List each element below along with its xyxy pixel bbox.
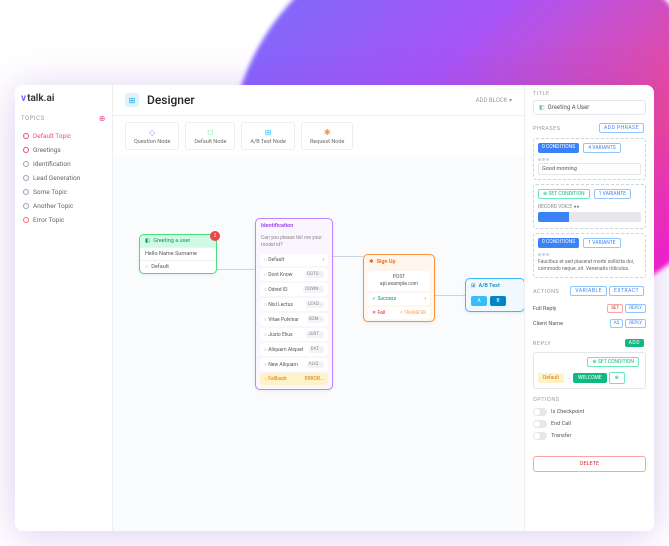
designer-icon: ⊞	[125, 93, 139, 107]
option-row[interactable]: ◌ New AliquamALIQ...	[260, 358, 328, 371]
toggle-icon[interactable]	[533, 420, 547, 428]
phrase-block: ⊕ SET CONDITION1 VARIANTE RECORD VOICE ●…	[533, 184, 646, 229]
sidebar-item-another-topic[interactable]: Another Topic	[21, 199, 106, 213]
action-row: Full ReplySETREPLY	[533, 301, 646, 316]
toolbar: ◇Question Node □Default Node ⊞A/B Test N…	[113, 116, 524, 156]
tool-question-node[interactable]: ◇Question Node	[125, 122, 179, 150]
variants-badge[interactable]: 4 VARIANTS	[583, 143, 620, 153]
reply-welcome[interactable]: WELCOME	[573, 373, 607, 383]
sidebar-item-greetings[interactable]: Greetings	[21, 143, 106, 157]
sidebar-item-default-topic[interactable]: Default Topic	[21, 129, 106, 143]
option-endcall[interactable]: End Call	[533, 418, 646, 430]
conditions-badge[interactable]: 0 CONDITIONS	[538, 238, 579, 248]
option-checkpoint[interactable]: Is Checkpoint	[533, 406, 646, 418]
option-transfer[interactable]: Transfer	[533, 430, 646, 442]
option-fallback[interactable]: ◌ FallbackERROR...	[260, 373, 328, 385]
add-phrase-button[interactable]: ADD PHRASE	[599, 123, 644, 133]
sidebar-item-error-topic[interactable]: Error Topic	[21, 213, 106, 227]
request-body: POSTapi.example.com	[368, 271, 430, 291]
variant-a[interactable]: A	[471, 296, 487, 306]
badge-count: 2	[210, 231, 220, 241]
action-row: Client NameASREPLY	[533, 316, 646, 331]
option-row[interactable]: ◌ Odred IDDOWN...	[260, 283, 328, 296]
title-label: TITLE	[533, 91, 646, 97]
node-greeting[interactable]: ◧Greeting a user2 Hello Name Surname ◌De…	[139, 234, 217, 274]
node-signup[interactable]: ✱Sign Up POSTapi.example.com ✓ Success› …	[363, 254, 435, 322]
set-condition-button[interactable]: ⊕ SET CONDITION	[587, 357, 639, 367]
toggle-icon[interactable]	[533, 408, 547, 416]
phrase-input[interactable]	[538, 163, 641, 175]
sidebar-item-lead-generation[interactable]: Lead Generation	[21, 171, 106, 185]
as-button[interactable]: AS	[610, 319, 624, 328]
title-input[interactable]: ◧Greeting A User	[533, 100, 646, 115]
conditions-badge[interactable]: 0 CONDITIONS	[538, 143, 579, 153]
add-block-button[interactable]: ADD BLOCK ▾	[476, 97, 512, 104]
reply-button[interactable]: REPLY	[625, 319, 646, 328]
audio-waveform[interactable]	[538, 212, 641, 222]
option-row[interactable]: ◌ Dont KnowGOTO...	[260, 268, 328, 281]
result-fail[interactable]: ✕ Fail↗ TRANSFER	[368, 307, 430, 319]
set-button[interactable]: SET	[607, 304, 623, 313]
header: ⊞ Designer ADD BLOCK ▾	[113, 85, 524, 116]
tool-ab-test-node[interactable]: ⊞A/B Test Node	[241, 122, 295, 150]
delete-button[interactable]: DELETE	[533, 456, 646, 472]
node-abtest[interactable]: ⊞A/B Test A B	[465, 278, 524, 312]
reply-button[interactable]: REPLY	[625, 304, 646, 313]
node-default-exit[interactable]: ◌Default	[140, 260, 216, 273]
variants-badge[interactable]: 1 VARIANTE	[583, 238, 620, 248]
request-icon: ✱	[369, 259, 374, 265]
result-success[interactable]: ✓ Success›	[368, 293, 430, 305]
add-reply-button[interactable]: ADD	[625, 339, 644, 347]
sidebar-item-identification[interactable]: Identification	[21, 157, 106, 171]
sidebar-item-some-topic[interactable]: Some Topic	[21, 185, 106, 199]
option-row[interactable]: ◌ Nisl LectusLEAD...	[260, 298, 328, 311]
add-topic-icon[interactable]: ⊕	[99, 114, 106, 123]
node-body: Hello Name Surname	[140, 247, 216, 260]
phrase-block: 0 CONDITIONS1 VARIANTE Faucibus et sed p…	[533, 233, 646, 278]
ab-icon: ⊞	[471, 283, 476, 289]
option-row[interactable]: ◌ Vitae PulvinarSOM...	[260, 313, 328, 326]
toggle-icon[interactable]	[533, 432, 547, 440]
option-default[interactable]: ◌ Default›	[260, 254, 328, 266]
node-identification[interactable]: Identification Can you please tell me yo…	[255, 218, 333, 390]
tool-default-node[interactable]: □Default Node	[185, 122, 235, 150]
page-title: Designer	[147, 93, 195, 107]
set-condition-button[interactable]: ⊕ SET CONDITION	[538, 189, 590, 199]
properties-panel: TITLE ◧Greeting A User PHRASESADD PHRASE…	[524, 85, 654, 531]
tool-request-node[interactable]: ✱Request Node	[301, 122, 353, 150]
option-row[interactable]: ◌ Aliquam AliquetDAT...	[260, 343, 328, 356]
speak-icon: ◧	[145, 238, 150, 244]
extract-button[interactable]: EXTRACT	[609, 286, 644, 296]
topics-header: TOPICS ⊕	[21, 114, 106, 123]
reply-default[interactable]: Default	[538, 373, 564, 383]
sidebar: vtalk.ai TOPICS ⊕ Default Topic Greeting…	[15, 85, 113, 531]
canvas[interactable]: ◧Greeting a user2 Hello Name Surname ◌De…	[113, 156, 524, 531]
option-row[interactable]: ◌ Justo EliusJUST...	[260, 328, 328, 341]
reply-block: ⊕ SET CONDITION Default → WELCOME ⊕	[533, 352, 646, 389]
main: ⊞ Designer ADD BLOCK ▾ ◇Question Node □D…	[113, 85, 524, 531]
variant-b[interactable]: B	[490, 296, 506, 306]
variants-badge[interactable]: 1 VARIANTE	[594, 189, 631, 199]
variable-button[interactable]: VARIABLE	[570, 286, 607, 296]
logo: vtalk.ai	[21, 93, 106, 104]
reply-add[interactable]: ⊕	[609, 372, 625, 384]
phrase-block: 0 CONDITIONS 4 VARIANTS	[533, 138, 646, 180]
